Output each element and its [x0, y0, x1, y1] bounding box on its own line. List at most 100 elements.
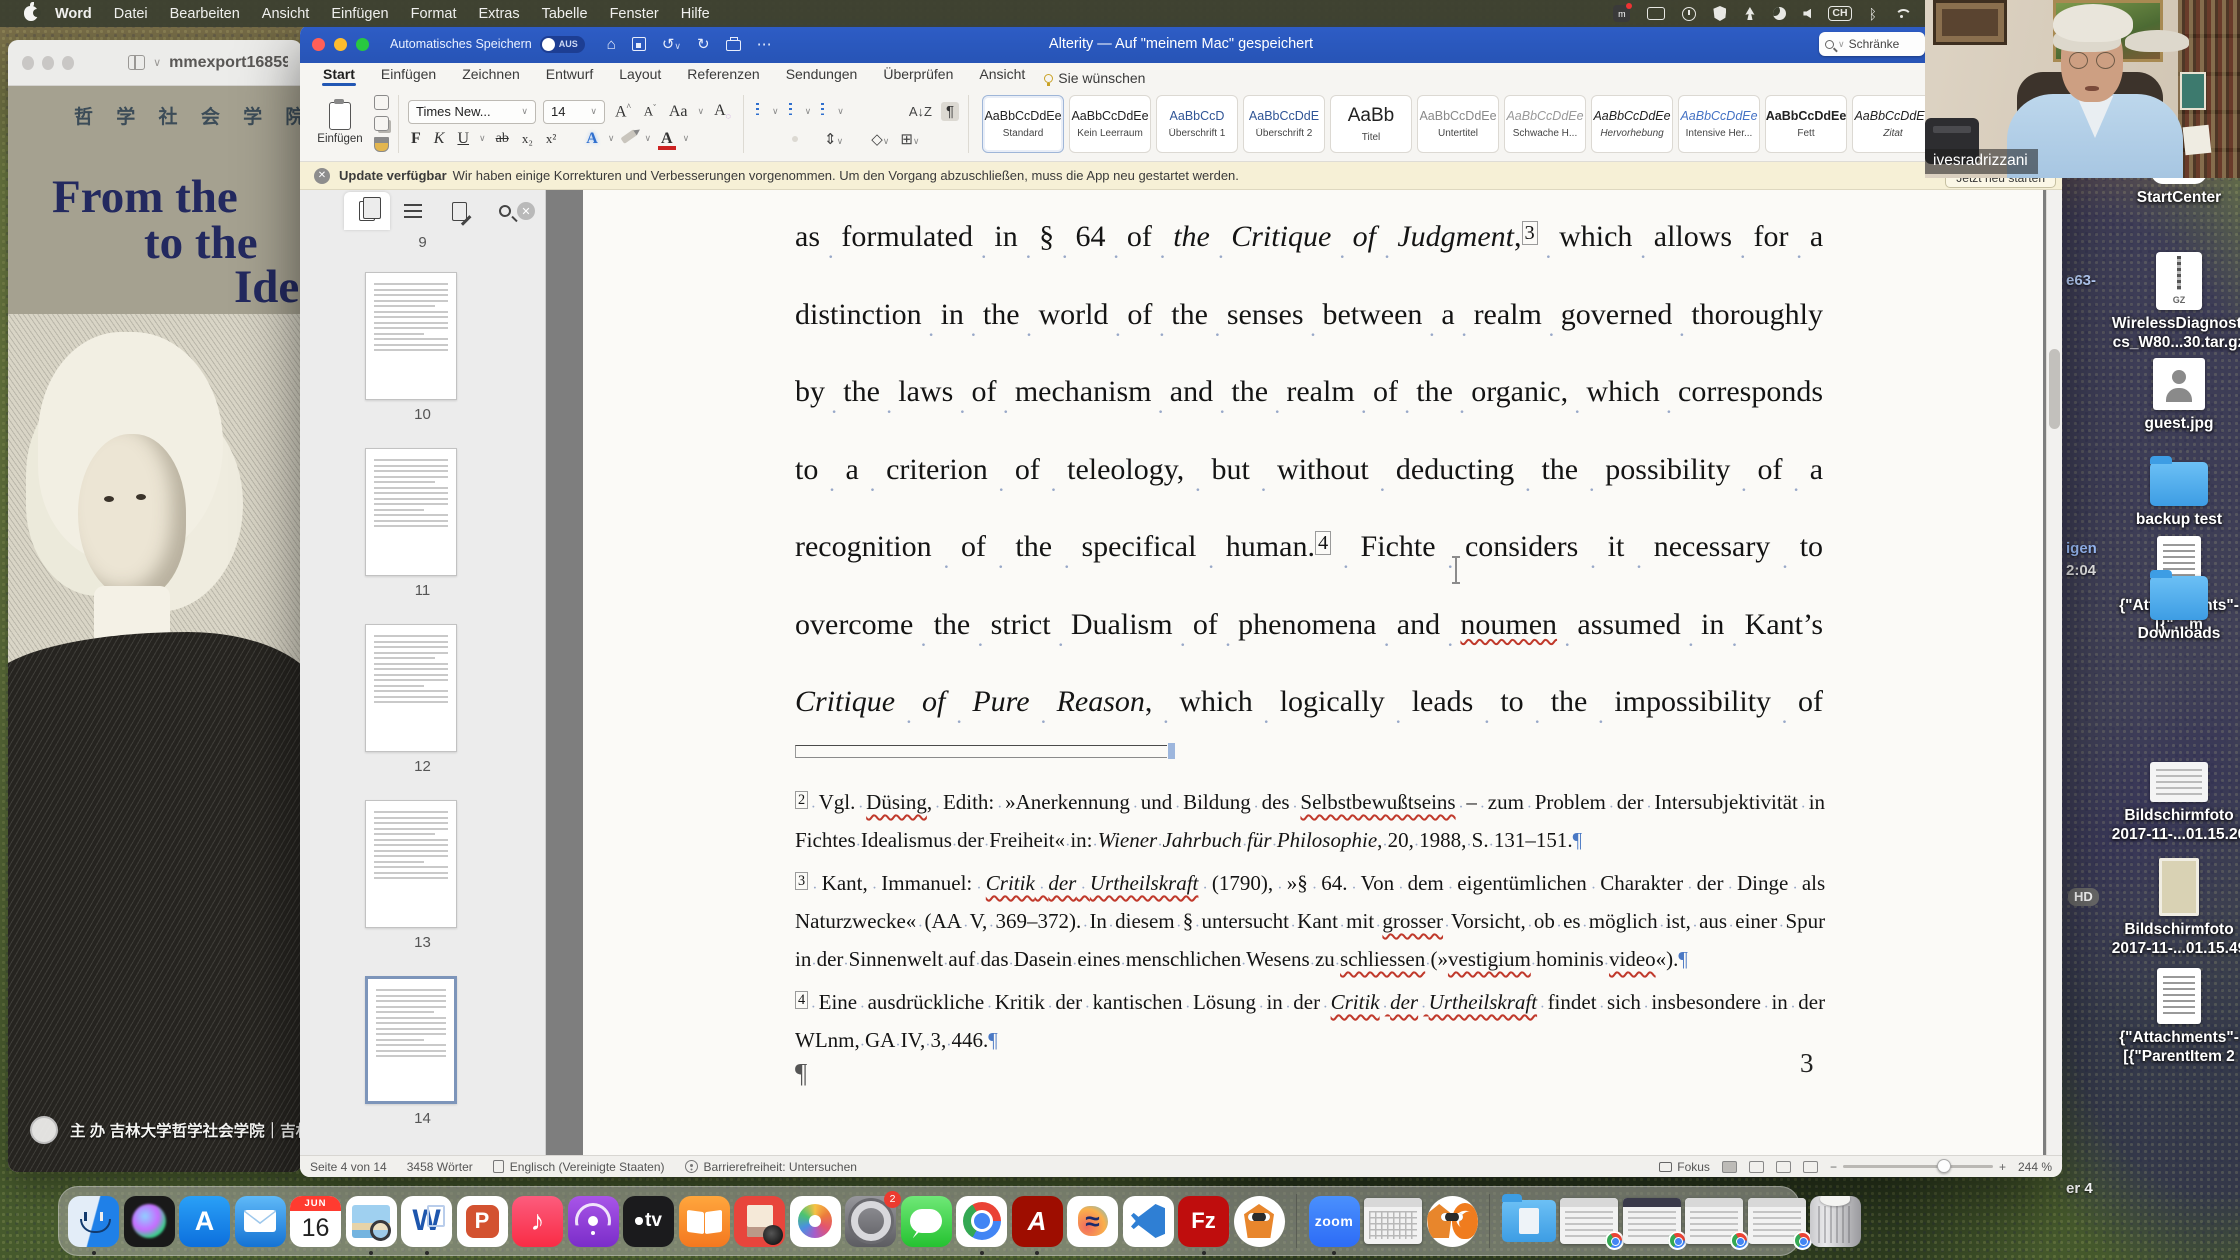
dock-word[interactable]: W [401, 1196, 452, 1247]
borders-button[interactable]: ⊞∨ [898, 130, 921, 148]
menu-item-ansicht[interactable]: Ansicht [251, 6, 321, 22]
dock-mail[interactable] [235, 1196, 286, 1247]
dock-photos[interactable] [790, 1196, 841, 1247]
shrink-font-button[interactable]: Aˇ [641, 103, 659, 119]
close-sidebar-icon[interactable]: ✕ [517, 202, 535, 220]
show-formatting-button[interactable]: ¶ [941, 102, 959, 121]
video-call-overlay[interactable]: ivesradrizzani [1925, 0, 2240, 178]
ribbon-tab-zeichnen[interactable]: Zeichnen [449, 65, 533, 86]
minimize-button[interactable] [42, 56, 54, 70]
dock-preview[interactable] [346, 1196, 397, 1247]
clock-alert-icon[interactable] [1682, 7, 1696, 21]
redo-icon[interactable]: ↻ [697, 35, 710, 53]
menu-item-word[interactable]: Word [44, 6, 103, 22]
dock-owl-app[interactable] [1234, 1196, 1285, 1247]
style-titel[interactable]: AaBbTitel [1330, 95, 1412, 153]
shading-button[interactable]: ◇∨ [869, 130, 891, 148]
desktop-icon-bildschirmfoto[interactable]: Bildschirmfoto2017-11-...01.15.49 [2118, 858, 2240, 958]
page-thumbnail-13[interactable] [365, 800, 457, 928]
document-canvas[interactable]: as formulated in § 64 of the Critique of… [546, 190, 2062, 1155]
copy-icon[interactable] [374, 116, 389, 131]
page-thumbnail-10[interactable] [365, 272, 457, 400]
print-icon[interactable] [726, 40, 741, 51]
status-page[interactable]: Seite 4 von 14 [310, 1160, 387, 1174]
dock-contacts[interactable] [734, 1196, 785, 1247]
desktop-icon-bildschirmfoto[interactable]: Bildschirmfoto2017-11-...01.15.20 [2118, 762, 2240, 844]
zoom-slider-knob[interactable] [1937, 1159, 1951, 1173]
dock-vscode[interactable] [1123, 1196, 1174, 1247]
shield-icon[interactable] [1713, 6, 1726, 21]
view-web-layout-button[interactable] [1749, 1161, 1764, 1173]
zoom-button[interactable] [356, 38, 369, 51]
dock-chrome[interactable] [956, 1196, 1007, 1247]
style-zitat[interactable]: AaBbCcDdEeZitat [1852, 95, 1934, 153]
bullet-list-button[interactable] [753, 100, 765, 124]
underline-button[interactable]: U [454, 130, 472, 148]
bluetooth-icon[interactable]: ᛒ [1869, 7, 1877, 21]
apple-menu-icon[interactable] [24, 6, 38, 21]
tab-thumbnails[interactable] [344, 192, 390, 230]
preview-window[interactable]: ∨ mmexport1685949 哲 学 社 会 学 院 国 际 From t… [8, 40, 302, 1172]
style-kein-leerraum[interactable]: AaBbCcDdEeKein Leerraum [1069, 95, 1151, 153]
dock-wave-app[interactable] [1067, 1196, 1118, 1247]
grow-font-button[interactable]: A^ [612, 102, 634, 121]
document-body-text[interactable]: as formulated in § 64 of the Critique of… [795, 198, 1823, 741]
italic-button[interactable]: K [431, 130, 448, 148]
view-draft-button[interactable] [1803, 1161, 1818, 1173]
home-icon[interactable]: ⌂ [607, 36, 616, 53]
dock-powerpoint[interactable]: P [457, 1196, 508, 1247]
format-painter-icon[interactable] [374, 137, 389, 152]
footnotes[interactable]: 2 Vgl. Düsing, Edith: »Anerkennung und B… [795, 783, 1825, 1064]
dock-settings[interactable]: 2 [845, 1196, 896, 1247]
dock-finder[interactable] [68, 1196, 119, 1247]
status-words[interactable]: 3458 Wörter [407, 1160, 473, 1174]
screen-mirroring-icon[interactable] [1647, 7, 1665, 20]
ribbon-tab-ansicht[interactable]: Ansicht [966, 65, 1038, 86]
ribbon-tab-start[interactable]: Start [310, 65, 368, 86]
page-thumbnail-14[interactable] [365, 976, 457, 1104]
dock-window-sudoku[interactable] [1364, 1198, 1422, 1244]
undo-icon[interactable]: ↺∨ [662, 35, 681, 53]
tab-outline[interactable] [390, 192, 436, 230]
dock-books[interactable] [679, 1196, 730, 1247]
style-fett[interactable]: AaBbCcDdEeFett [1765, 95, 1847, 153]
desktop-icon-downloads[interactable]: Downloads [2118, 576, 2240, 643]
page-thumbnail-12[interactable] [365, 624, 457, 752]
zoom-button[interactable] [62, 56, 74, 70]
more-icon[interactable]: ⋯ [757, 35, 772, 53]
wifi-icon[interactable] [1894, 8, 1910, 19]
style-überschrift-2[interactable]: AaBbCcDdEÜberschrift 2 [1243, 95, 1325, 153]
view-outline-button[interactable] [1776, 1161, 1791, 1173]
sidebar-toggle-icon[interactable] [128, 55, 145, 70]
style-hervorhebung[interactable]: AaBbCcDdEeHervorhebung [1591, 95, 1673, 153]
clear-formatting-button[interactable]: A◌ [711, 102, 734, 121]
dock-appstore[interactable]: A [179, 1196, 230, 1247]
style-schwache-h-[interactable]: AaBbCcDdEeSchwache H... [1504, 95, 1586, 153]
menu-item-bearbeiten[interactable]: Bearbeiten [159, 6, 251, 22]
tab-annotations[interactable] [436, 192, 482, 230]
numbered-list-button[interactable] [786, 100, 798, 124]
scrollbar-thumb[interactable] [2049, 349, 2060, 429]
menu-item-datei[interactable]: Datei [103, 6, 159, 22]
desktop-icon-backup-test[interactable]: backup test [2118, 462, 2240, 529]
desktop-icon-guest-jpg[interactable]: guest.jpg [2118, 358, 2240, 433]
dock-avast[interactable] [1427, 1196, 1478, 1247]
dock-siri[interactable] [124, 1196, 175, 1247]
ribbon-tab-überprüfen[interactable]: Überprüfen [870, 65, 966, 86]
page-thumbnail-11[interactable] [365, 448, 457, 576]
ribbon-tab-sendungen[interactable]: Sendungen [773, 65, 871, 86]
ribbon-tab-einfügen[interactable]: Einfügen [368, 65, 449, 86]
font-color-button[interactable]: A [658, 130, 676, 148]
dock-acrobat[interactable]: A [1012, 1196, 1063, 1247]
menu-item-hilfe[interactable]: Hilfe [670, 6, 721, 22]
close-button[interactable] [22, 56, 34, 70]
font-name-select[interactable]: Times New...∨ [408, 100, 536, 124]
dock-window-chrome-1[interactable] [1560, 1198, 1618, 1244]
align-center-button[interactable] [766, 136, 772, 142]
menu-item-einfügen[interactable]: Einfügen [320, 6, 399, 22]
text-effects-button[interactable]: A [583, 130, 601, 148]
menu-item-tabelle[interactable]: Tabelle [531, 6, 599, 22]
input-source[interactable]: CH [1828, 6, 1851, 21]
zoom-percent[interactable]: 244 % [2018, 1160, 2052, 1174]
increase-indent-button[interactable] [879, 109, 885, 115]
